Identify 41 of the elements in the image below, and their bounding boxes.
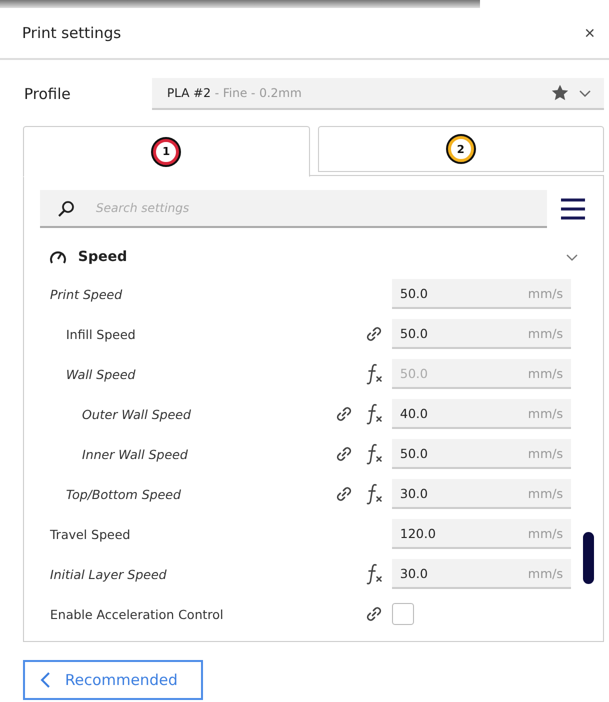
setting-label: Top/Bottom Speed xyxy=(66,486,182,502)
chevron-down-icon xyxy=(578,88,592,98)
value-field[interactable]: 30.0 mm/s xyxy=(392,479,571,509)
value-field[interactable]: 50.0 mm/s xyxy=(392,279,571,309)
setting-label: Initial Layer Speed xyxy=(50,566,168,582)
link-icon xyxy=(334,404,354,424)
checkbox[interactable] xyxy=(392,603,414,625)
recommended-button[interactable]: Recommended xyxy=(23,660,203,700)
value-field[interactable]: 120.0 mm/s xyxy=(392,519,571,549)
value-field[interactable]: 50.0 mm/s xyxy=(392,319,571,349)
window-title: Print settings xyxy=(22,24,122,42)
value-field[interactable]: 30.0 mm/s xyxy=(392,559,571,589)
function-icon xyxy=(366,563,384,585)
setting-label: Infill Speed xyxy=(66,326,137,342)
setting-label: Print Speed xyxy=(50,286,124,302)
setting-label: Wall Speed xyxy=(66,366,136,382)
close-button[interactable]: × xyxy=(578,22,601,44)
tab[interactable]: 1 xyxy=(23,126,310,177)
chevron-left-icon xyxy=(39,671,51,689)
profile-dropdown[interactable]: PLA #2 - Fine - 0.2mm xyxy=(152,78,604,110)
menu-button[interactable] xyxy=(559,197,587,221)
setting-label: Inner Wall Speed xyxy=(82,446,189,462)
scrollbar-thumb[interactable] xyxy=(583,532,594,584)
setting-label: Enable Acceleration Control xyxy=(50,606,224,622)
number-badge: 1 xyxy=(153,138,180,164)
function-icon xyxy=(366,483,384,505)
setting-label: Travel Speed xyxy=(50,526,132,542)
number-badge: 2 xyxy=(448,136,474,162)
function-icon xyxy=(366,403,384,425)
link-icon xyxy=(364,604,384,624)
link-icon xyxy=(334,484,354,504)
tab[interactable]: 2 xyxy=(318,126,604,172)
profile-label: Profile xyxy=(24,85,72,103)
link-icon xyxy=(334,444,354,464)
function-icon xyxy=(366,443,384,465)
search-field[interactable]: Search settings xyxy=(40,190,547,228)
section-title: Speed xyxy=(78,249,128,265)
link-icon xyxy=(364,324,384,344)
collapse-button[interactable] xyxy=(565,252,579,262)
setting-label: Outer Wall Speed xyxy=(82,406,192,422)
function-icon xyxy=(366,363,384,385)
